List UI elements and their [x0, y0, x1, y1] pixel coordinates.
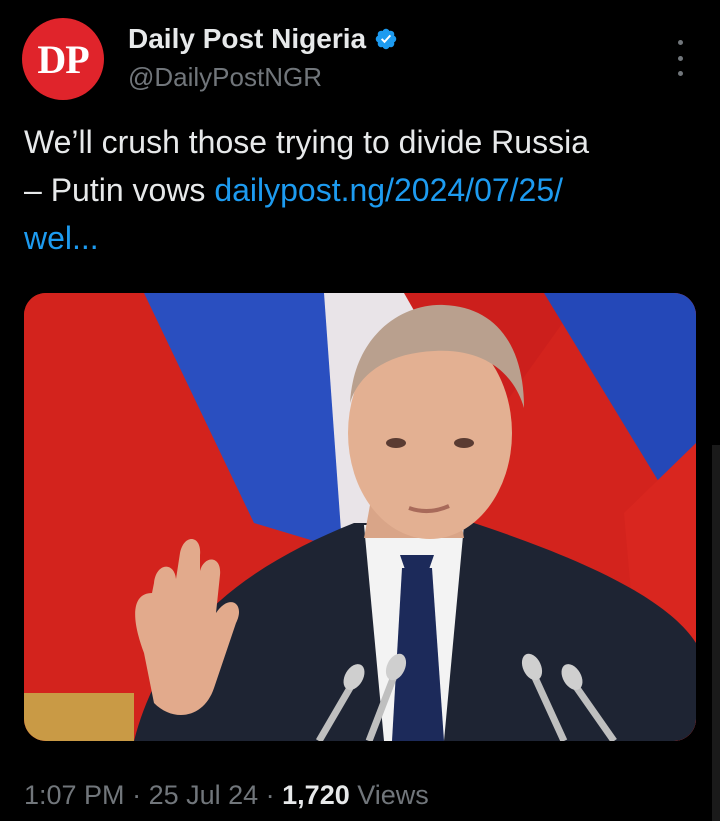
avatar-logo-text: DP: [37, 36, 89, 82]
meta-separator: ·: [124, 780, 149, 810]
name-row: Daily Post Nigeria: [128, 22, 398, 56]
scrollbar[interactable]: [712, 445, 720, 821]
tweet-meta: 1:07 PM · 25 Jul 24 · 1,720 Views: [24, 780, 429, 811]
user-block[interactable]: Daily Post Nigeria @DailyPostNGR: [128, 22, 398, 93]
dot-icon: [677, 40, 683, 45]
tweet-header: DP Daily Post Nigeria @DailyPostNGR: [22, 18, 702, 102]
tweet-text-line2: – Putin vows: [24, 172, 215, 208]
tweet-text-line1: We’ll crush those trying to divide Russi…: [24, 124, 589, 160]
tweet-link-text-cont: wel...: [24, 220, 99, 256]
tweet-media-photo[interactable]: [24, 293, 696, 741]
views-label: Views: [349, 780, 429, 810]
tweet-time[interactable]: 1:07 PM: [24, 780, 125, 810]
user-handle[interactable]: @DailyPostNGR: [128, 62, 398, 93]
more-options-icon[interactable]: [672, 40, 688, 76]
views-count[interactable]: 1,720: [282, 780, 350, 810]
display-name[interactable]: Daily Post Nigeria: [128, 23, 366, 55]
photo-illustration: [24, 293, 696, 741]
tweet-text: We’ll crush those trying to divide Russi…: [24, 118, 684, 262]
tweet-date[interactable]: 25 Jul 24: [149, 780, 259, 810]
tweet-link-text: dailypost.ng/2024/07/25/: [214, 172, 564, 208]
avatar[interactable]: DP: [22, 18, 104, 100]
dot-icon: [677, 71, 683, 76]
meta-separator: ·: [258, 780, 283, 810]
verified-badge-icon: [375, 28, 397, 50]
dot-icon: [677, 55, 683, 61]
